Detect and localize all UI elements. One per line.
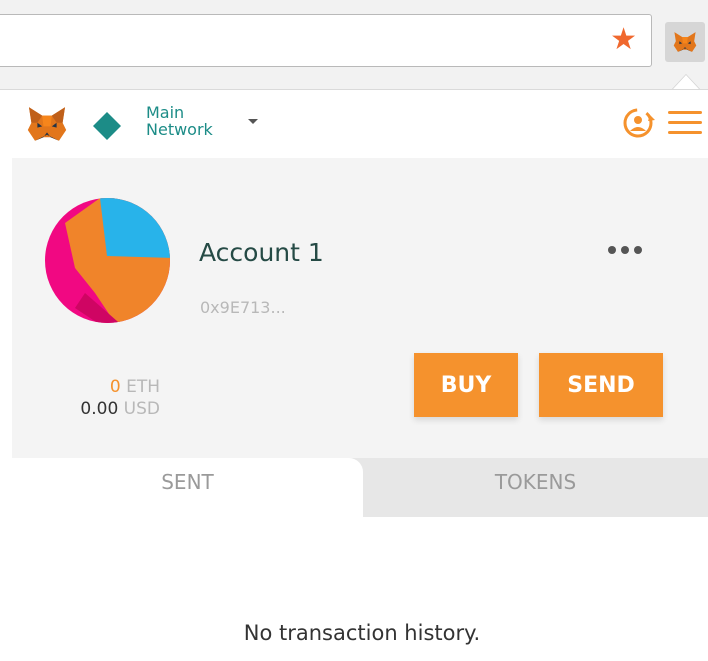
account-name[interactable]: Account 1 bbox=[199, 238, 324, 268]
usd-unit: USD bbox=[123, 399, 160, 419]
address-bar[interactable]: ★ bbox=[0, 14, 652, 67]
metamask-fox-icon bbox=[673, 32, 697, 52]
usd-balance: 0.00 USD bbox=[12, 399, 160, 420]
metamask-fox-icon bbox=[27, 107, 67, 141]
app-header: Main Network bbox=[12, 90, 708, 158]
account-switch-icon[interactable] bbox=[620, 106, 658, 140]
browser-toolbar: ★ bbox=[0, 0, 708, 90]
hamburger-icon[interactable] bbox=[668, 111, 702, 135]
more-dots-icon[interactable] bbox=[608, 243, 642, 257]
star-icon[interactable]: ★ bbox=[610, 25, 637, 55]
popup-caret bbox=[672, 74, 700, 89]
metamask-popup: Main Network Account 1 0x9E713... 0 ETH … bbox=[12, 90, 708, 661]
network-name[interactable]: Main Network bbox=[146, 104, 246, 138]
network-diamond-icon[interactable] bbox=[92, 111, 122, 141]
account-avatar[interactable] bbox=[45, 198, 170, 323]
eth-unit: ETH bbox=[126, 377, 160, 397]
empty-history-message: No transaction history. bbox=[243, 621, 481, 645]
buy-button[interactable]: BUY bbox=[414, 353, 518, 417]
chevron-down-icon[interactable] bbox=[248, 119, 258, 124]
account-address[interactable]: 0x9E713... bbox=[200, 298, 286, 318]
eth-balance-value: 0 bbox=[109, 377, 121, 397]
account-section: Account 1 0x9E713... 0 ETH 0.00 USD BUY … bbox=[12, 158, 708, 458]
usd-balance-value: 0.00 bbox=[80, 399, 119, 419]
toolbar-divider bbox=[0, 89, 708, 90]
tab-bar: SENT TOKENS bbox=[12, 458, 708, 517]
tab-tokens[interactable]: TOKENS bbox=[363, 458, 708, 517]
transaction-list: No transaction history. bbox=[12, 517, 708, 661]
metamask-extension-button[interactable] bbox=[665, 22, 705, 62]
tab-sent[interactable]: SENT bbox=[12, 458, 363, 517]
eth-balance: 0 ETH bbox=[12, 377, 160, 398]
send-button[interactable]: SEND bbox=[539, 353, 663, 417]
